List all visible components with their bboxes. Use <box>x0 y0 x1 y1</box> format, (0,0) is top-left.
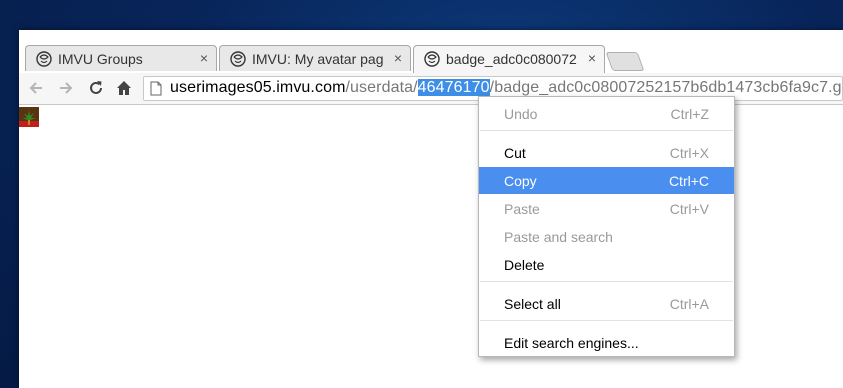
menu-item-shortcut: Ctrl+C <box>668 173 709 189</box>
tab-title: badge_adc0c080072 <box>446 51 577 67</box>
back-arrow-icon[interactable] <box>25 77 47 99</box>
menu-item-select-all[interactable]: Select all Ctrl+A <box>479 290 734 317</box>
menu-item-label: Copy <box>504 173 537 189</box>
menu-item-label: Edit search engines... <box>504 335 639 351</box>
url-path: /badge_adc0c08007252157b6db1473cb6fa9c7.… <box>489 79 843 96</box>
url-domain: userimages05.imvu.com <box>170 79 346 96</box>
menu-item-label: Paste <box>504 201 540 217</box>
menu-item-label: Paste and search <box>504 229 613 245</box>
menu-item-shortcut: Ctrl+A <box>669 296 709 312</box>
imvu-logo-icon <box>424 51 440 67</box>
imvu-logo-icon <box>230 51 246 67</box>
menu-item-shortcut: Ctrl+Z <box>670 106 710 122</box>
menu-item-shortcut: Ctrl+V <box>669 201 709 217</box>
close-icon[interactable]: × <box>394 50 402 66</box>
menu-item-label: Delete <box>504 257 545 273</box>
url-selected-text: 46476170 <box>417 79 490 96</box>
forward-arrow-icon[interactable] <box>55 77 77 99</box>
close-icon[interactable]: × <box>200 50 208 66</box>
new-tab-button[interactable] <box>605 52 645 71</box>
tab-my-avatar-page[interactable]: IMVU: My avatar pag × <box>219 45 411 71</box>
tab-title: IMVU Groups <box>58 51 143 67</box>
menu-item-label: Cut <box>504 145 526 161</box>
tab-title: IMVU: My avatar pag <box>252 51 384 67</box>
menu-item-edit-search-engines[interactable]: Edit search engines... <box>479 329 734 356</box>
reload-icon[interactable] <box>85 77 107 99</box>
menu-item-shortcut: Ctrl+X <box>669 145 709 161</box>
cannabis-leaf-badge-icon <box>19 107 39 127</box>
home-icon[interactable] <box>113 77 135 99</box>
menu-item-label: Undo <box>504 106 538 122</box>
menu-item-cut[interactable]: Cut Ctrl+X <box>479 139 734 166</box>
tab-badge-image[interactable]: badge_adc0c080072 × <box>413 45 605 73</box>
menu-separator <box>480 281 733 282</box>
tab-strip: IMVU Groups × IMVU: My avatar pag × badg… <box>19 30 843 78</box>
menu-item-label: Select all <box>504 296 561 312</box>
imvu-logo-icon <box>36 51 52 67</box>
menu-separator <box>480 130 733 131</box>
menu-item-paste-and-search[interactable]: Paste and search <box>479 223 734 250</box>
menu-separator <box>480 320 733 321</box>
menu-item-paste[interactable]: Paste Ctrl+V <box>479 195 734 222</box>
page-icon <box>150 81 162 100</box>
close-icon[interactable]: × <box>588 50 596 66</box>
tab-imvu-groups[interactable]: IMVU Groups × <box>25 45 217 71</box>
menu-item-delete[interactable]: Delete <box>479 251 734 278</box>
menu-item-undo[interactable]: Undo Ctrl+Z <box>479 100 734 127</box>
context-menu: Undo Ctrl+Z Cut Ctrl+X Copy Ctrl+C Paste… <box>478 96 735 357</box>
url-path: /userdata/ <box>345 79 418 96</box>
address-url: userimages05.imvu.com/userdata/46476170/… <box>170 79 843 97</box>
menu-item-copy[interactable]: Copy Ctrl+C <box>479 167 734 194</box>
